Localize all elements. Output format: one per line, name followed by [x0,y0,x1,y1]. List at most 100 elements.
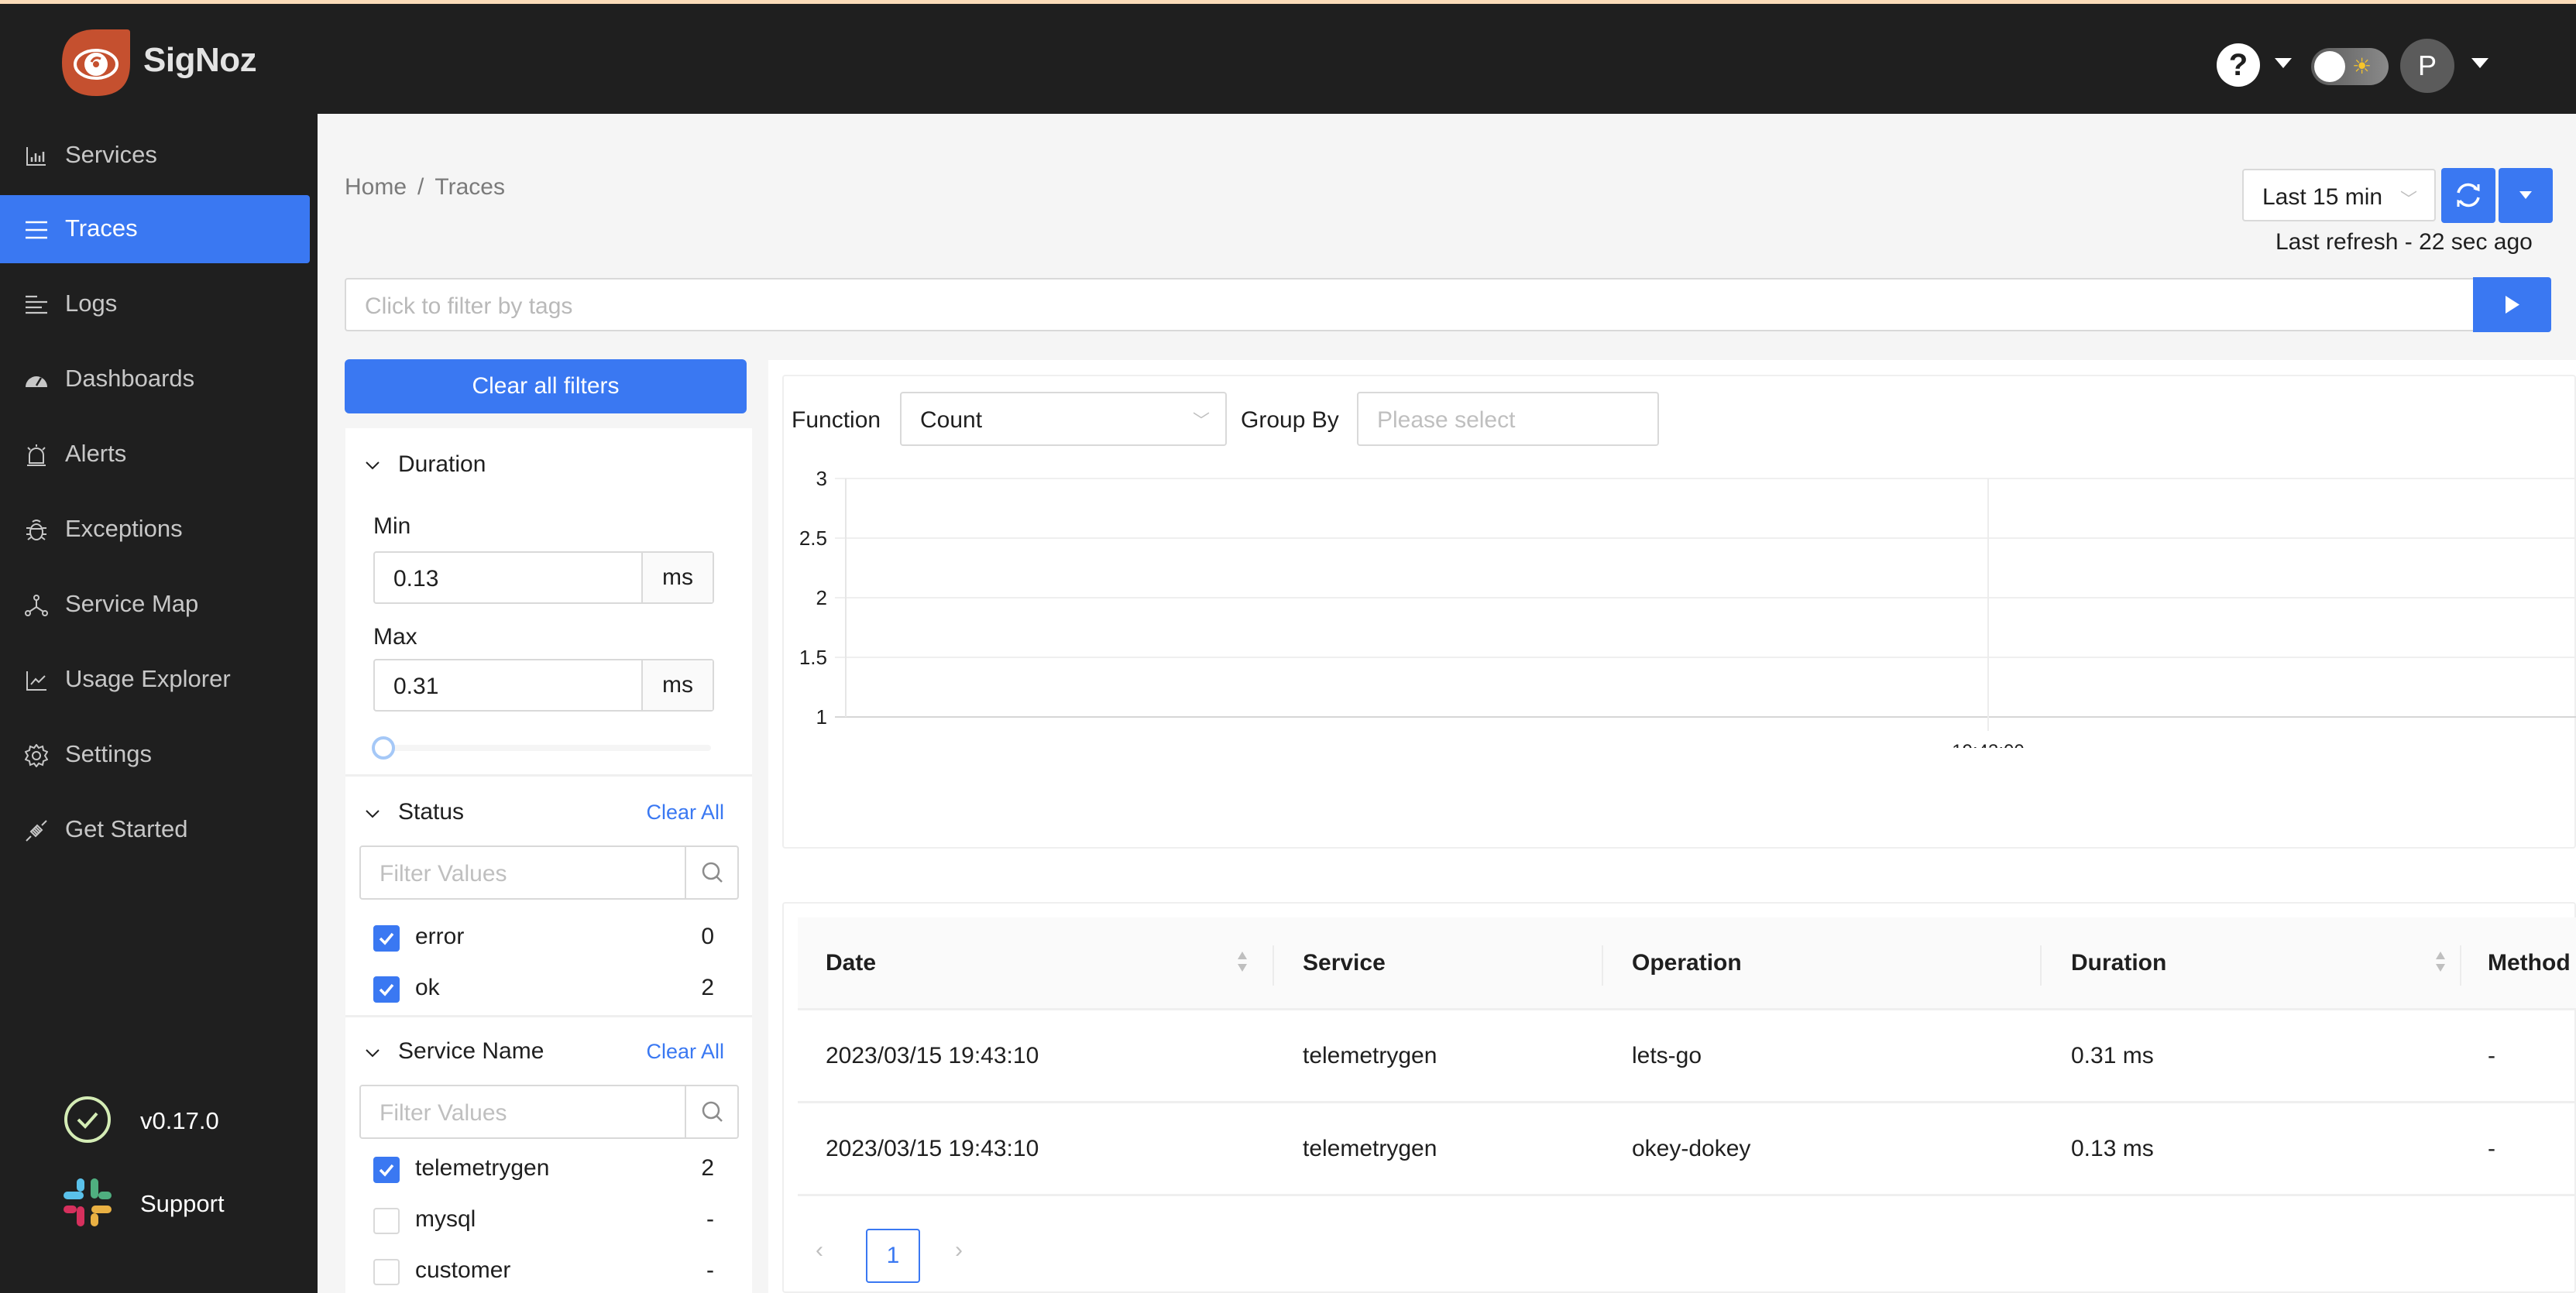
line-chart-icon [26,671,46,691]
service-name-section-title[interactable]: Service Name [398,1038,544,1065]
duration-max-label: Max [373,624,417,650]
sort-icon[interactable] [2434,947,2447,978]
time-range-select[interactable]: Last 15 min ﹀ [2242,169,2436,221]
duration-max-input[interactable]: 0.31 ms [373,659,714,712]
sidebar-item-label: Dashboards [65,365,195,392]
toggle-knob [2314,51,2345,82]
checkbox[interactable] [373,976,400,1003]
cell-duration: 0.13 ms [2071,1136,2154,1161]
search-icon [702,862,723,883]
support-link[interactable]: Support [140,1190,225,1218]
deployment-unit-icon [25,595,48,616]
column-separator [2040,945,2042,986]
service-option-mysql[interactable]: mysql - [373,1206,714,1237]
pagination-prev-button[interactable]: ‹ [816,1237,823,1264]
filter-panel: Duration Min 0.13 ms Max 0.31 ms Status … [345,428,752,1293]
sidebar-item-services[interactable]: Services [0,122,310,190]
chevron-down-icon[interactable] [366,807,380,821]
option-name: customer [415,1257,511,1283]
divider [345,1015,752,1017]
help-button[interactable]: ? [2217,43,2260,87]
cell-service: telemetrygen [1303,1136,1437,1161]
sidebar-item-dashboards[interactable]: Dashboards [0,345,310,413]
duration-unit: ms [641,553,713,602]
play-icon [2506,296,2519,314]
top-header: SigNoz ? ☀ P [0,4,2576,114]
status-filter-input[interactable]: Filter Values [359,845,739,900]
service-name-filter-input[interactable]: Filter Values [359,1085,739,1139]
table-row[interactable]: 2023/03/15 19:43:10 telemetrygen lets-go… [798,1010,2576,1103]
cell-method: - [2488,1136,2495,1161]
duration-section-title[interactable]: Duration [398,451,486,478]
chevron-down-icon[interactable] [366,458,380,472]
sidebar-item-label: Alerts [65,440,127,467]
column-header-duration[interactable]: Duration [2071,950,2166,976]
function-label: Function [792,407,881,433]
duration-min-label: Min [373,513,411,539]
cell-duration: 0.31 ms [2071,1043,2154,1068]
sidebar-item-alerts[interactable]: Alerts [0,420,310,489]
sort-icon[interactable] [1236,947,1249,978]
bug-icon [26,520,46,540]
help-dropdown-caret-icon[interactable] [2275,58,2292,68]
option-count: 0 [701,924,714,949]
column-header-method: Method [2488,950,2571,976]
y-tick-label: 1.5 [799,646,827,669]
service-name-clear-all-link[interactable]: Clear All [646,1040,724,1064]
checkbox[interactable] [373,1157,400,1183]
sidebar-item-logs[interactable]: Logs [0,270,310,338]
sidebar-item-service-map[interactable]: Service Map [0,571,310,639]
theme-toggle[interactable]: ☀ [2311,48,2389,85]
status-section-title[interactable]: Status [398,799,464,825]
sidebar-item-usage-explorer[interactable]: Usage Explorer [0,646,310,714]
avatar-initial: P [2417,50,2437,81]
refresh-interval-dropdown[interactable] [2499,168,2553,223]
sidebar-item-traces[interactable]: Traces [0,195,310,263]
column-separator [1602,945,1603,986]
signoz-logo-icon[interactable] [62,29,130,96]
service-name-search-button[interactable] [685,1086,737,1137]
cell-operation: lets-go [1632,1043,1702,1068]
column-header-operation: Operation [1632,950,1742,976]
function-select[interactable]: Count ﹀ [900,392,1227,446]
tag-filter-placeholder: Click to filter by tags [365,293,573,319]
checkbox[interactable] [373,925,400,952]
refresh-icon [2457,183,2480,207]
pagination-page-1[interactable]: 1 [866,1229,920,1283]
clear-all-filters-button[interactable]: Clear all filters [345,359,747,413]
cell-operation: okey-dokey [1632,1136,1751,1161]
slack-icon[interactable] [64,1178,112,1226]
sidebar-item-exceptions[interactable]: Exceptions [0,496,310,564]
sidebar-item-get-started[interactable]: Get Started [0,796,310,864]
duration-min-input[interactable]: 0.13 ms [373,551,714,604]
pagination-next-button[interactable]: › [955,1237,963,1264]
service-option-customer[interactable]: customer - [373,1257,714,1288]
refresh-button[interactable] [2441,168,2495,223]
status-option-ok[interactable]: ok 2 [373,975,714,1006]
run-query-button[interactable] [2473,277,2551,332]
option-count: 2 [701,975,714,1000]
checkbox[interactable] [373,1208,400,1234]
cell-method: - [2488,1043,2495,1068]
group-by-select[interactable]: Please select [1357,392,1659,446]
duration-slider-track[interactable] [376,745,711,751]
status-search-button[interactable] [685,847,737,898]
chevron-down-icon[interactable] [366,1046,380,1060]
column-header-date[interactable]: Date [826,950,876,976]
sidebar-item-settings[interactable]: Settings [0,721,310,789]
duration-slider-handle[interactable] [372,736,395,760]
user-dropdown-caret-icon[interactable] [2471,58,2488,68]
sidebar-item-label: Get Started [65,815,188,842]
breadcrumb-home[interactable]: Home [345,174,407,200]
checkbox[interactable] [373,1259,400,1285]
service-name-filter-placeholder: Filter Values [380,1100,507,1126]
tag-filter-input[interactable]: Click to filter by tags [345,278,2475,331]
status-option-error[interactable]: error 0 [373,924,714,955]
trace-count-chart[interactable]: 3 2.5 2 1.5 1 19:43:00 [784,469,2576,748]
search-icon [702,1101,723,1122]
status-filter-placeholder: Filter Values [380,861,507,887]
service-option-telemetrygen[interactable]: telemetrygen 2 [373,1155,714,1186]
status-clear-all-link[interactable]: Clear All [646,801,724,825]
table-row[interactable]: 2023/03/15 19:43:10 telemetrygen okey-do… [798,1103,2576,1196]
user-avatar[interactable]: P [2400,39,2454,93]
